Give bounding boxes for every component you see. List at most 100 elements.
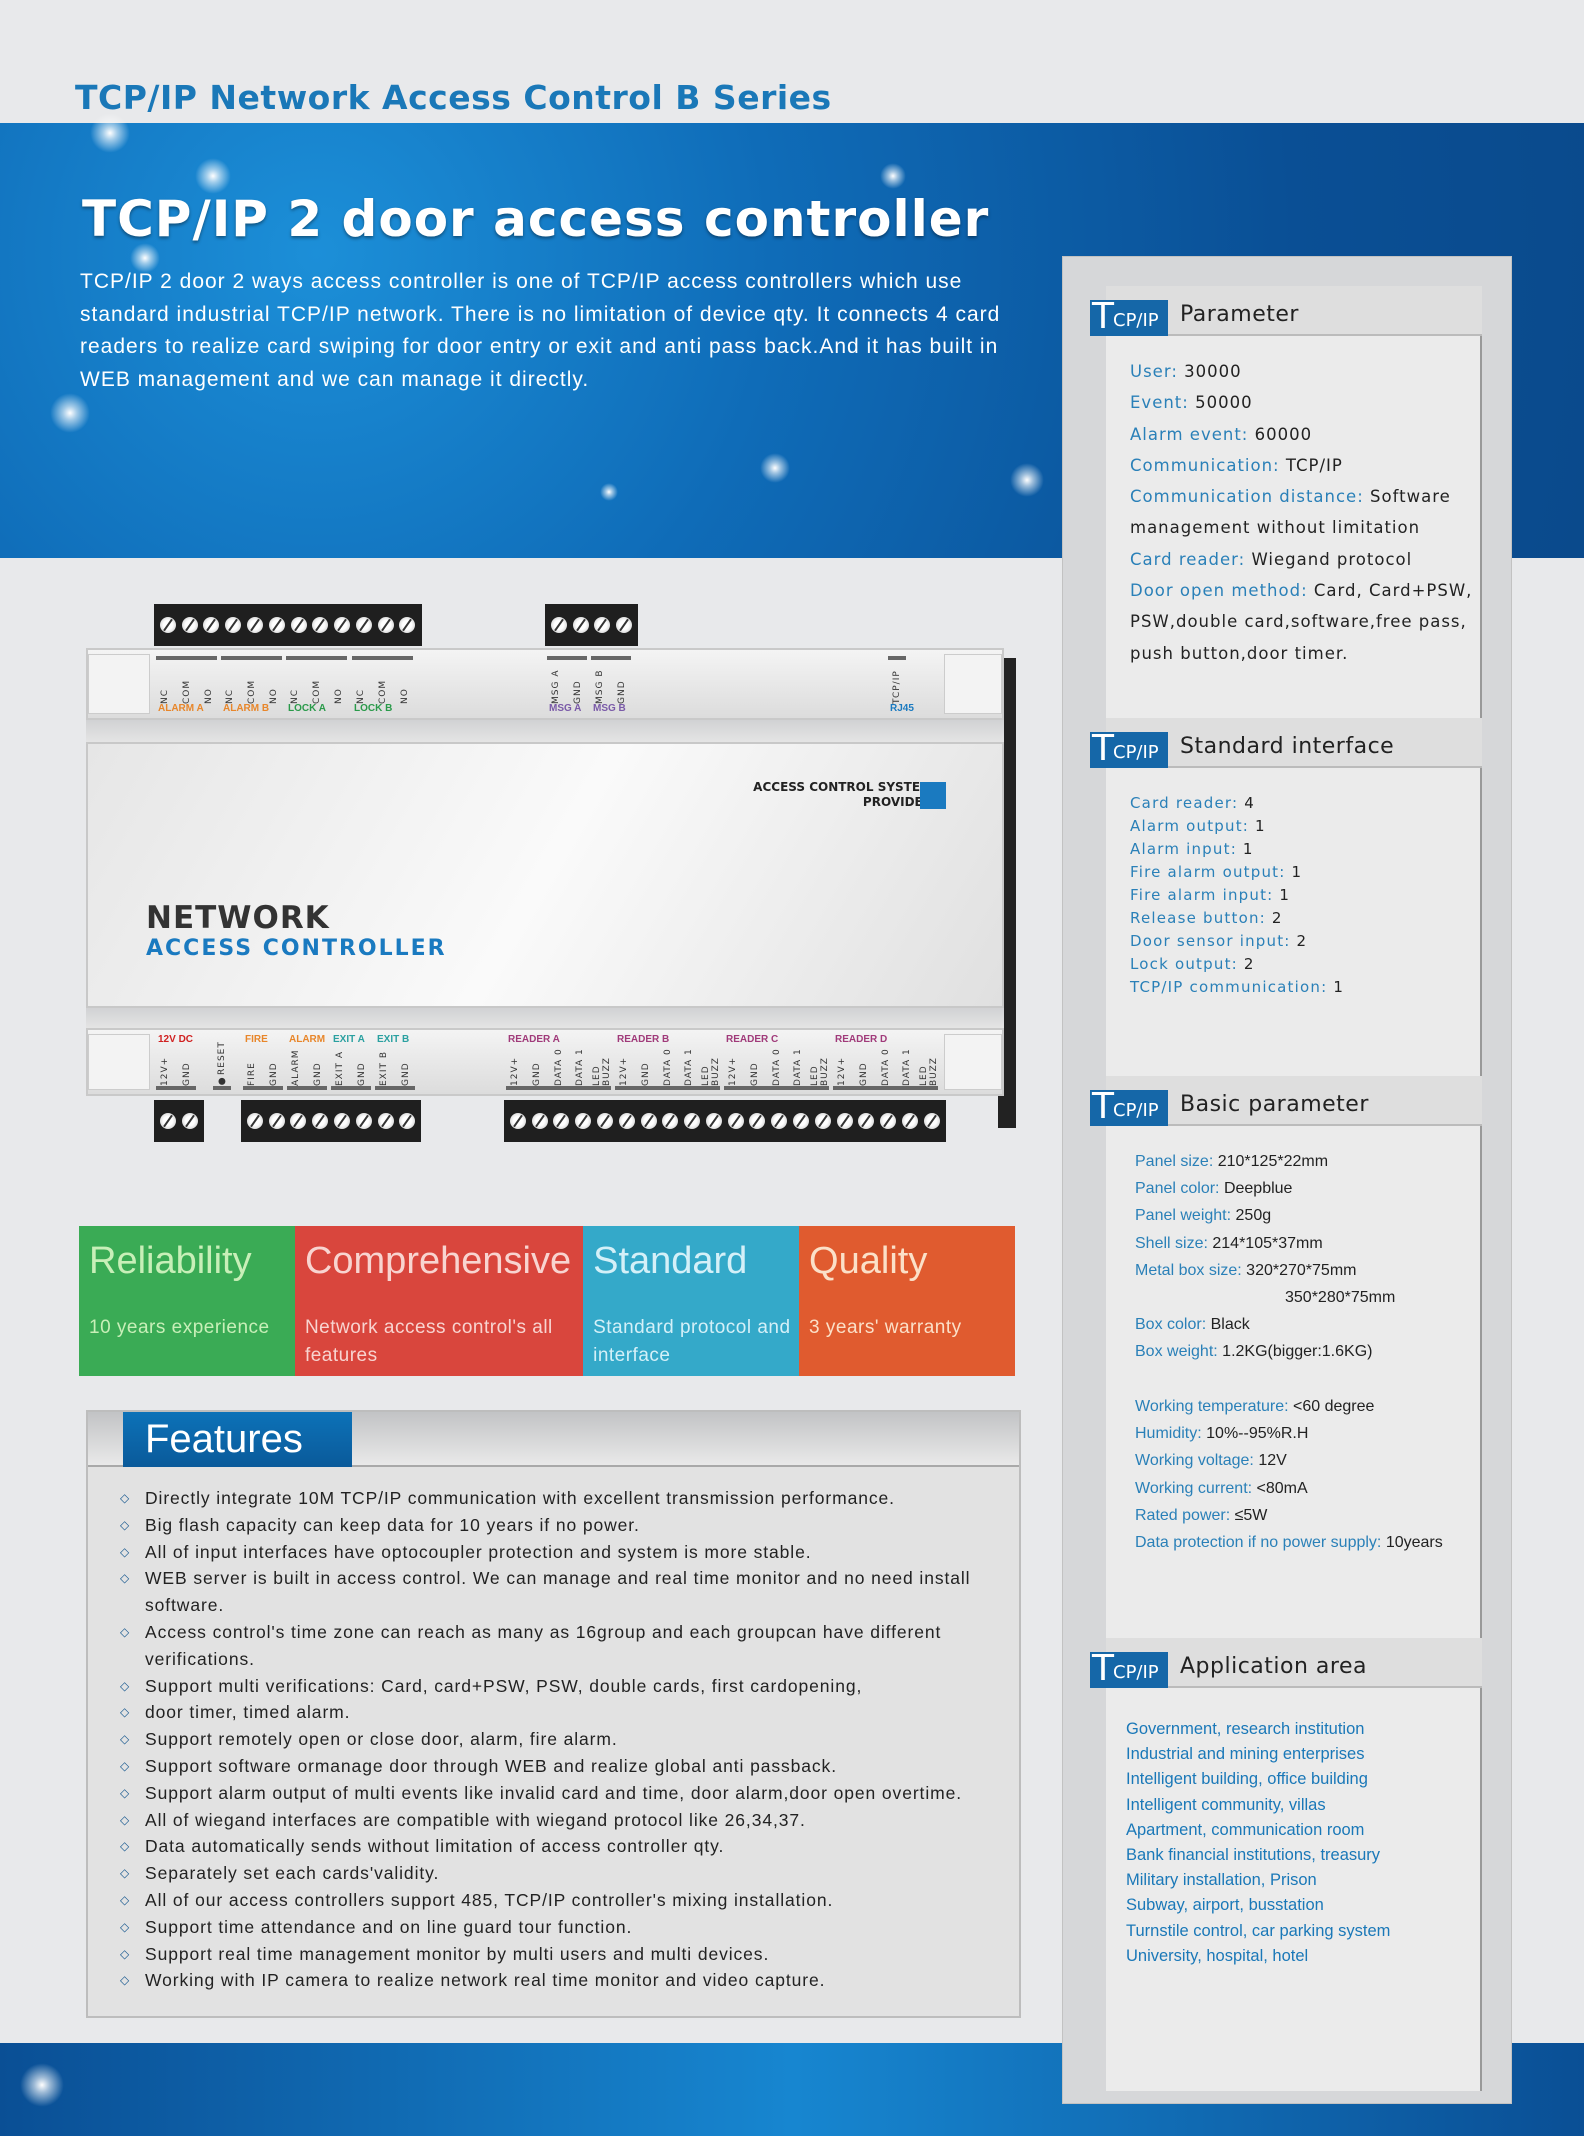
spec-item: Working temperature: <60 degree	[1135, 1393, 1485, 1420]
screw-icon	[597, 1113, 614, 1129]
pin-label: ALARM	[291, 1049, 301, 1086]
pin-bar	[615, 1086, 720, 1090]
screw-icon	[181, 1113, 198, 1129]
terminal-group-label: READER C	[726, 1034, 779, 1045]
screw-icon	[531, 1113, 548, 1129]
feature-text: Separately set each cards'validity.	[145, 1863, 440, 1884]
spec-item: Metal box size: 320*270*75mm	[1135, 1257, 1485, 1284]
terminal-group-label: READER B	[617, 1034, 670, 1045]
pin-bar	[352, 656, 414, 660]
pin-label: NC	[225, 688, 235, 704]
pin-bar	[547, 656, 587, 660]
tile-subtitle: 3 years' warranty	[809, 1317, 962, 1338]
feature-item: ◇ Directly integrate 10M TCP/IP communica…	[118, 1485, 998, 1512]
tile-title: Quality	[809, 1240, 928, 1282]
screw-icon	[225, 617, 242, 633]
application-item: Industrial and mining enterprises	[1126, 1745, 1365, 1764]
screw-icon	[550, 617, 567, 633]
feature-text: Support multi verifications: Card, card+…	[145, 1675, 863, 1696]
screw-icon	[727, 1113, 744, 1129]
spec-label: Shell size:	[1135, 1234, 1208, 1252]
feature-item: ◇ Access control's time zone can reach as…	[118, 1619, 998, 1673]
feature-item: ◇ All of input interfaces have optocouple…	[118, 1539, 998, 1566]
feature-text: Working with IP camera to realize networ…	[145, 1970, 826, 1991]
pin-label: FIRE	[247, 1062, 257, 1086]
controller-diagram: NC COM NO ALARM A NC COM NO ALARM B NC COM NO LOCK …	[86, 600, 1016, 1155]
application-item: Apartment, communication room	[1126, 1820, 1365, 1839]
terminal-group-label: LOCK B	[354, 703, 393, 714]
basic-parameter-list-2: Working temperature: <60 degree Humidity:…	[1135, 1393, 1485, 1556]
spec-item: Door open method: Card, Card+PSW, PSW,do…	[1130, 575, 1480, 669]
pin-label: LED BUZZ	[592, 1057, 613, 1086]
screw-icon	[399, 617, 416, 633]
brand-square	[920, 782, 946, 809]
feature-text: Support time attendance and on line guar…	[145, 1916, 633, 1937]
pin-label: NO	[203, 688, 214, 704]
pin-bar	[888, 656, 906, 660]
pin-label: DATA 0	[553, 1048, 564, 1086]
feature-text: All of wiegand interfaces are compatible…	[145, 1809, 806, 1830]
screw-icon	[814, 1113, 831, 1129]
spec-item: Lock output: 2	[1130, 953, 1470, 976]
pin-label: NC	[356, 688, 366, 704]
diamond-bullet-icon: ◇	[120, 1678, 131, 1693]
screw-icon	[572, 617, 589, 633]
spec-value: 320*270*75mm	[1246, 1261, 1357, 1279]
intro-paragraph: TCP/IP 2 door 2 ways access controller i…	[80, 270, 1001, 391]
feature-text: Support real time management monitor by …	[145, 1943, 770, 1964]
pin-label: DATA 1	[575, 1048, 586, 1086]
pin-bar	[331, 1086, 371, 1090]
pin-label: DATA 0	[662, 1048, 673, 1086]
spec-value: 1	[1291, 863, 1303, 881]
device-subtitle: ACCESS CONTROLLER	[146, 936, 447, 961]
parameter-list: User: 30000 Event: 50000 Alarm event: 6000…	[1130, 356, 1480, 669]
spec-label: Door open method:	[1130, 581, 1308, 601]
screw-icon	[684, 1113, 701, 1129]
tile-subtitle: 10 years experience	[89, 1317, 270, 1338]
page-title: TCP/IP 2 door access controller	[82, 190, 990, 248]
spec-label: Release button:	[1130, 909, 1266, 927]
application-area-list: Government, research institution Industri…	[1126, 1717, 1476, 1969]
pin-label: DATA 0	[880, 1048, 891, 1086]
diamond-bullet-icon: ◇	[120, 1946, 131, 1961]
spec-item: Communication distance: Software managem…	[1130, 481, 1480, 544]
spec-item: Shell size: 214*105*37mm	[1135, 1230, 1485, 1257]
application-item: Intelligent building, office building	[1126, 1770, 1368, 1789]
feature-item: ◇ Data automatically sends without limita…	[118, 1833, 998, 1860]
feature-item: ◇ Working with IP camera to realize netwo…	[118, 1967, 998, 1994]
screw-icon	[355, 1113, 372, 1129]
spec-label: Door sensor input:	[1130, 932, 1291, 950]
spec-value: 214*105*37mm	[1212, 1234, 1323, 1252]
spec-label: User:	[1130, 362, 1178, 381]
spec-value: Wiegand protocol	[1251, 549, 1413, 569]
pin-bar	[375, 1086, 415, 1090]
spec-value: 2	[1296, 932, 1308, 950]
application-item: Bank financial institutions, treasury	[1126, 1846, 1381, 1865]
feature-text: Data automatically sends without limitat…	[145, 1836, 725, 1857]
pin-label: TCP/IP	[892, 670, 902, 704]
diamond-bullet-icon: ◇	[120, 1732, 131, 1747]
pin-bar	[833, 1086, 938, 1090]
pin-bar	[591, 656, 631, 660]
pin-label: COM	[377, 679, 388, 704]
pin-label: GND	[312, 1062, 323, 1086]
feature-text: door timer, timed alarm.	[145, 1702, 351, 1723]
spec-value: Deepblue	[1223, 1180, 1293, 1198]
terminal-group-label: MSG A	[549, 703, 582, 714]
screw-icon	[594, 617, 611, 633]
spec-value: 1	[1279, 886, 1291, 904]
terminal-group-label: LOCK A	[288, 703, 326, 714]
spec-item: Working current: <80mA	[1135, 1475, 1485, 1502]
screw-icon	[793, 1113, 810, 1129]
logo-letter: T	[1092, 1086, 1114, 1127]
terminal-group-label: FIRE	[245, 1034, 268, 1045]
spec-item: Card reader: Wiegand protocol	[1130, 544, 1480, 575]
terminal-group-label: MSG B	[593, 703, 626, 714]
spec-label: Box weight:	[1135, 1343, 1218, 1361]
diamond-bullet-icon: ◇	[120, 1758, 131, 1773]
screw-icon	[858, 1113, 875, 1129]
screw-icon	[662, 1113, 679, 1129]
tile-subtitle: Network access control's all features	[304, 1317, 553, 1366]
spec-item: Panel weight: 250g	[1135, 1202, 1485, 1229]
spec-label: Communication:	[1130, 455, 1280, 475]
